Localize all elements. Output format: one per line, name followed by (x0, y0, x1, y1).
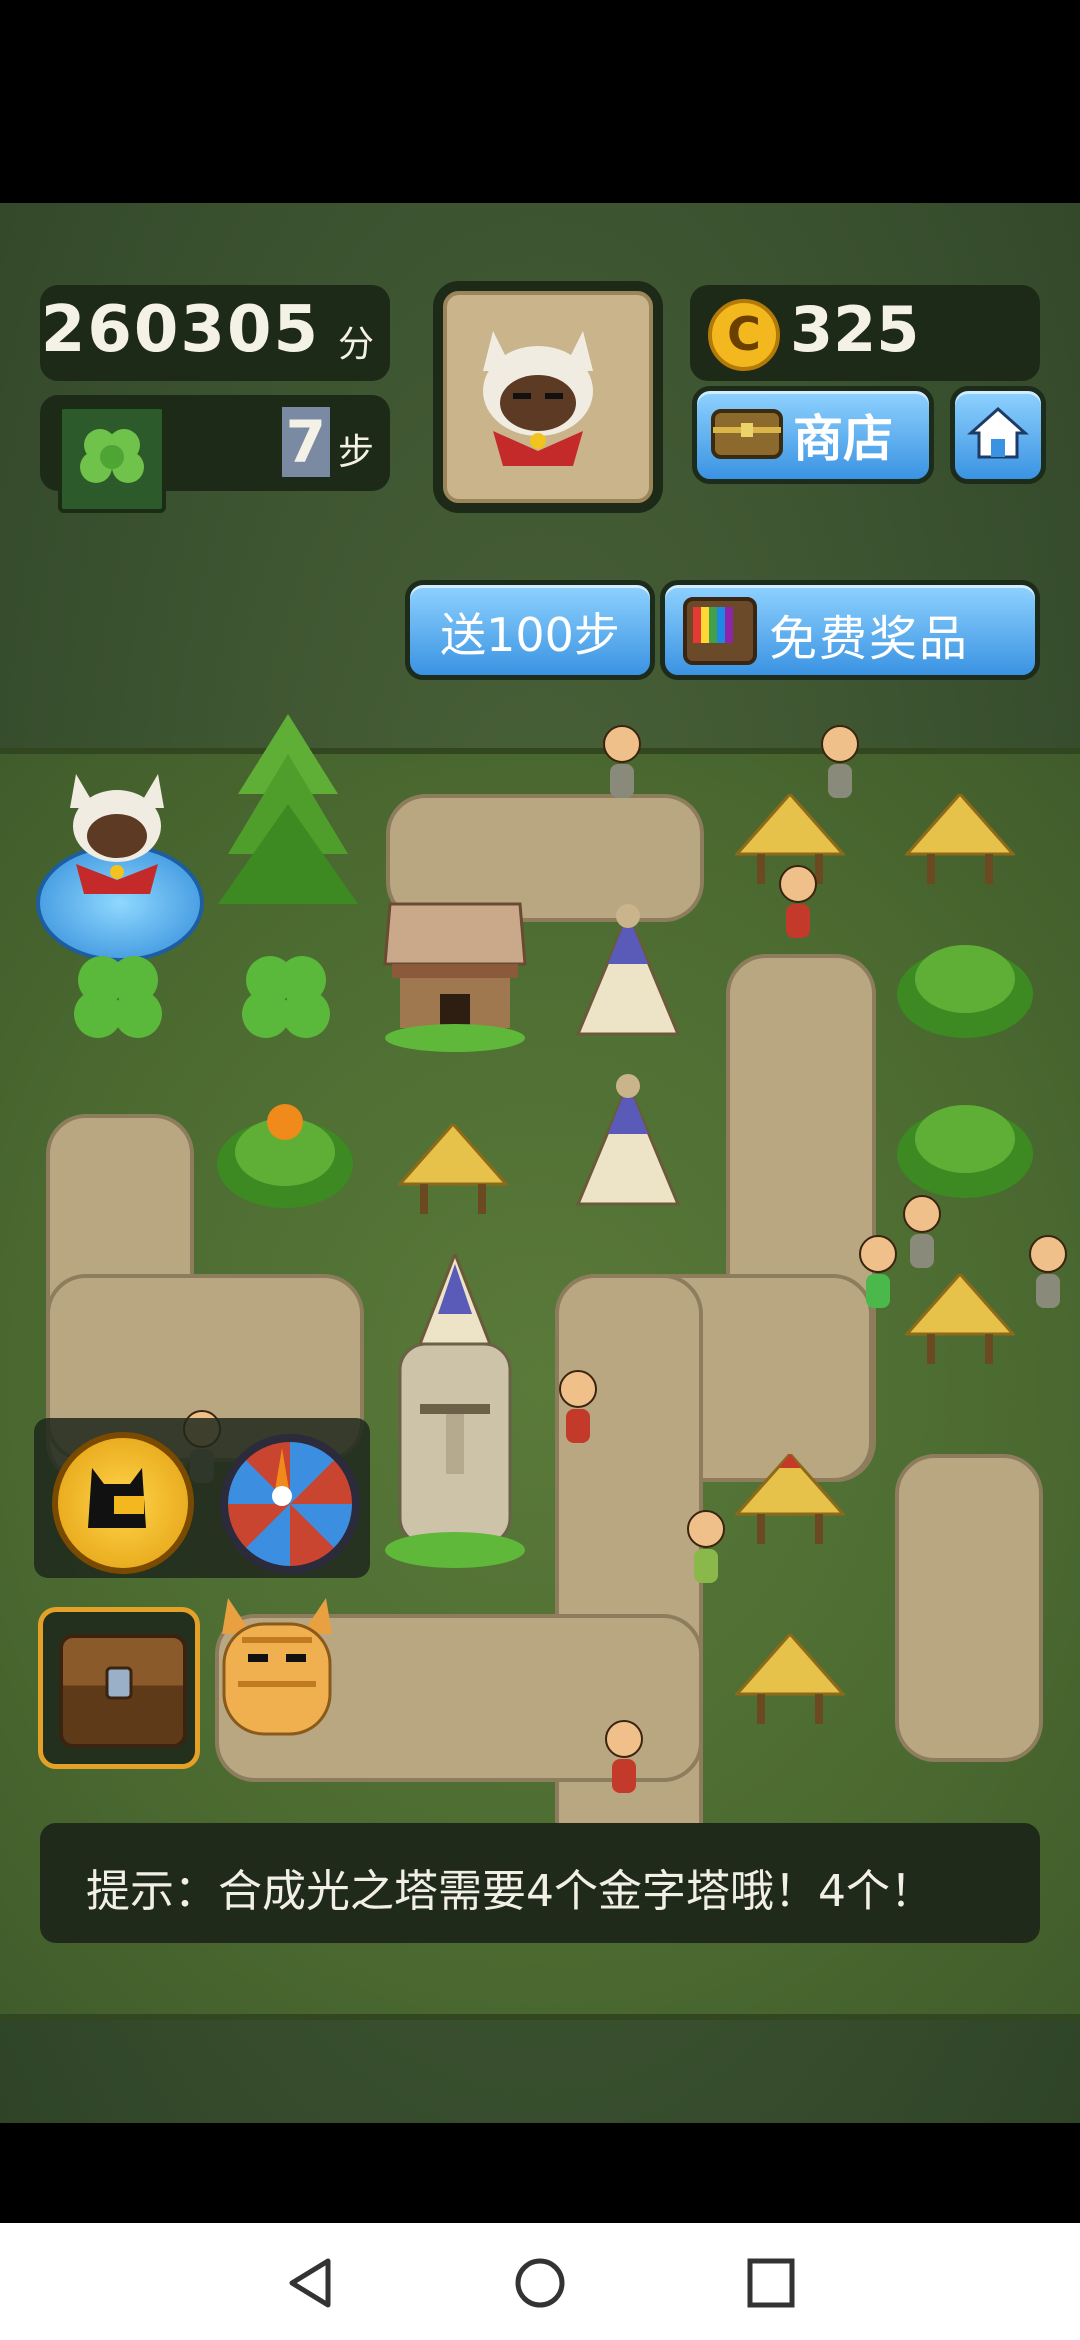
home-circle-icon[interactable] (510, 2255, 570, 2311)
send-steps-button[interactable]: 送100步 (405, 580, 655, 680)
tent-icon[interactable] (568, 1074, 688, 1224)
hint-banner: 提示：合成光之塔需要4个金字塔哦！4个！ (40, 1823, 1040, 1943)
villager-icon[interactable] (600, 724, 644, 804)
treasure-chest-icon (711, 409, 783, 459)
free-prize-button[interactable]: 免费奖品 (660, 580, 1040, 680)
villager-icon[interactable] (684, 1509, 728, 1589)
tent-icon[interactable] (568, 904, 688, 1054)
tool-panel (34, 1418, 370, 1578)
villager-icon[interactable] (818, 724, 862, 804)
straw-hut-icon[interactable] (905, 794, 1015, 894)
game-screen: 260305 分 7 步 C 325 商店 送100步 免费奖品 提示：合成光之… (0, 203, 1080, 2123)
cat-coin-icon[interactable] (52, 1432, 194, 1574)
tv-icon (683, 597, 757, 665)
straw-hut-icon[interactable] (398, 1124, 508, 1224)
steps-unit: 步 (337, 432, 374, 473)
fruit-bush-icon[interactable] (210, 1094, 360, 1214)
clover-icon[interactable] (58, 944, 178, 1054)
cat-piece-icon[interactable] (62, 754, 172, 904)
treasure-chest-slot[interactable] (38, 1607, 200, 1769)
shop-button[interactable]: 商店 (692, 386, 934, 484)
treasure-chest-icon (59, 1634, 187, 1748)
coin-panel: C 325 (690, 285, 1040, 381)
steps-panel: 7 步 (40, 395, 390, 513)
spin-wheel-icon[interactable] (220, 1434, 360, 1574)
score-value: 260305 (40, 293, 320, 367)
cat-avatar-icon[interactable] (433, 281, 663, 513)
clover-icon[interactable] (226, 944, 346, 1054)
villager-icon[interactable] (856, 1234, 900, 1314)
straw-hut-icon[interactable] (735, 1634, 845, 1734)
villager-icon[interactable] (602, 1719, 646, 1799)
villager-icon[interactable] (556, 1369, 600, 1449)
system-nav-bar (0, 2223, 1080, 2340)
villager-icon[interactable] (776, 864, 820, 944)
straw-hut-icon[interactable] (905, 1274, 1015, 1374)
coin-icon: C (708, 299, 780, 371)
send-steps-label: 送100步 (440, 608, 620, 662)
stone-statue-icon[interactable] (380, 1254, 530, 1574)
tabby-cat-icon[interactable] (212, 1584, 342, 1744)
free-prize-label: 免费奖品 (769, 611, 970, 667)
villager-icon[interactable] (900, 1194, 944, 1274)
home-icon (967, 406, 1029, 459)
steps-value: 7 (281, 407, 330, 477)
pine-tree-icon[interactable] (218, 714, 358, 914)
clover-icon (58, 405, 166, 513)
home-button[interactable] (950, 386, 1046, 484)
temple-icon[interactable] (380, 884, 530, 1054)
score-unit: 分 (337, 324, 374, 365)
villager-icon[interactable] (1026, 1234, 1070, 1314)
hint-text: 提示：合成光之塔需要4个金字塔哦！4个！ (86, 1866, 934, 1917)
bush-icon[interactable] (890, 924, 1040, 1044)
bush-icon[interactable] (890, 1084, 1040, 1204)
coin-value: 325 (790, 293, 920, 366)
straw-hut-icon[interactable] (735, 1454, 845, 1554)
shop-label: 商店 (793, 410, 893, 468)
back-icon[interactable] (280, 2255, 340, 2311)
recent-apps-icon[interactable] (740, 2255, 800, 2311)
score-panel: 260305 分 (40, 285, 390, 381)
dirt-path (895, 1454, 1043, 1762)
